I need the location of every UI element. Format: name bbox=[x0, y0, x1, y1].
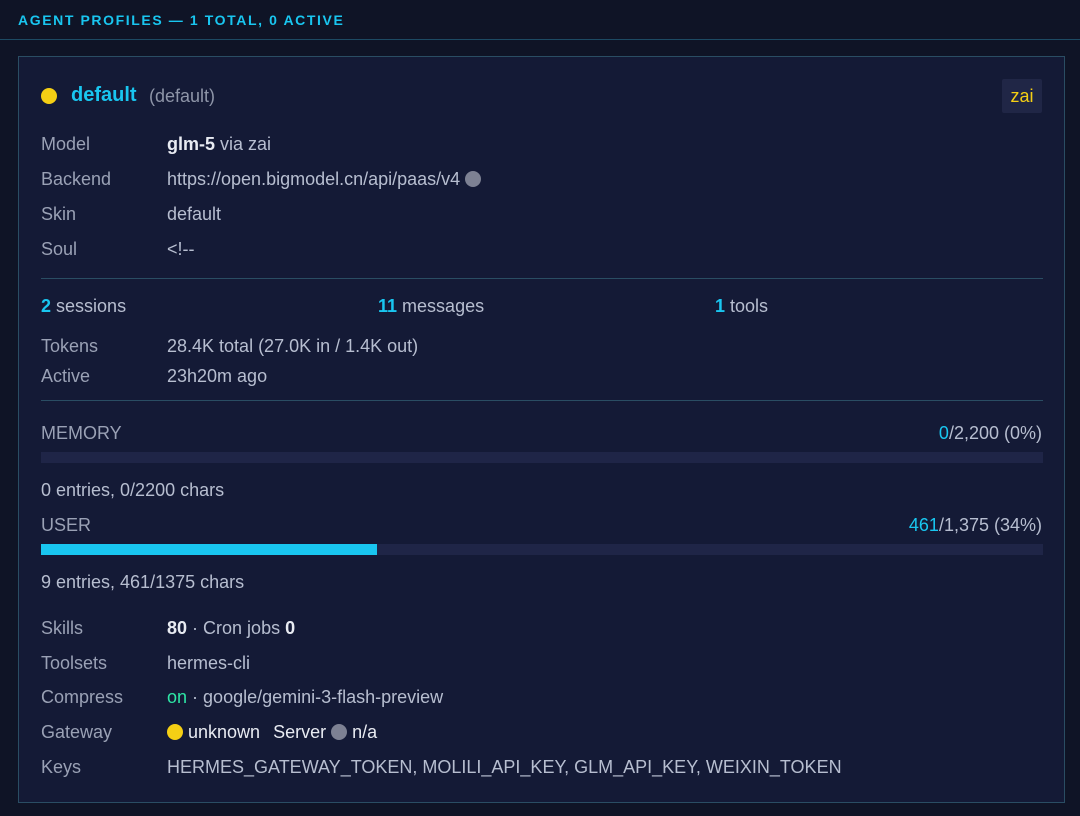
user-progress-fill bbox=[41, 544, 377, 555]
cron-label: · Cron jobs bbox=[192, 618, 281, 638]
section-header: AGENT PROFILES — 1 TOTAL, 0 ACTIVE bbox=[0, 0, 1080, 40]
soul-label: Soul bbox=[41, 239, 78, 259]
tools-label: tools bbox=[730, 296, 769, 316]
sessions-stat: 2 sessions bbox=[41, 296, 126, 317]
skills-value: 80 · Cron jobs 0 bbox=[167, 618, 295, 639]
sessions-count: 2 bbox=[41, 296, 52, 316]
skin-value: default bbox=[167, 204, 222, 224]
backend-url[interactable]: https://open.bigmodel.cn/api/paas/v4 bbox=[167, 169, 460, 189]
skills-count: 80 bbox=[167, 618, 188, 638]
user-total: /1,375 (34%) bbox=[938, 515, 1042, 535]
active-value: 23h20m ago bbox=[167, 366, 268, 386]
profile-name[interactable]: default bbox=[71, 84, 137, 107]
divider bbox=[41, 278, 1043, 279]
model-name: glm-5 bbox=[167, 134, 216, 154]
backend-value: https://open.bigmodel.cn/api/paas/v4 bbox=[167, 169, 482, 190]
server-status: n/a bbox=[352, 722, 378, 742]
toolsets-value: hermes-cli bbox=[167, 653, 251, 673]
model-via: via zai bbox=[220, 134, 272, 154]
soul-value: <!-- bbox=[167, 239, 195, 259]
memory-total: /2,200 (0%) bbox=[948, 423, 1042, 443]
divider bbox=[41, 400, 1043, 401]
compress-label: Compress bbox=[41, 687, 124, 707]
memory-title: MEMORY bbox=[41, 423, 122, 443]
profile-card[interactable]: default (default) zai Model glm-5 via za… bbox=[18, 56, 1065, 803]
tools-count: 1 bbox=[715, 296, 726, 316]
toolsets-label: Toolsets bbox=[41, 653, 108, 673]
backend-status-dot bbox=[465, 171, 482, 187]
memory-entries: 0 entries, 0/2200 chars bbox=[41, 480, 225, 500]
messages-label: messages bbox=[402, 296, 485, 316]
keys-value: HERMES_GATEWAY_TOKEN, MOLILI_API_KEY, GL… bbox=[167, 757, 842, 777]
profile-tag: (default) bbox=[149, 86, 216, 106]
sessions-label: sessions bbox=[56, 296, 127, 316]
backend-label: Backend bbox=[41, 169, 112, 189]
model-value: glm-5 via zai bbox=[167, 134, 271, 155]
memory-usage: 0/2,200 (0%) bbox=[939, 423, 1042, 444]
gateway-value: unknown Server n/a bbox=[167, 722, 377, 743]
status-dot bbox=[41, 88, 57, 104]
user-entries: 9 entries, 461/1375 chars bbox=[41, 572, 245, 592]
model-label: Model bbox=[41, 134, 91, 154]
memory-used: 0 bbox=[938, 423, 949, 443]
user-usage: 461/1,375 (34%) bbox=[909, 515, 1042, 536]
user-progress-bar bbox=[41, 544, 1043, 555]
messages-stat: 11 messages bbox=[378, 296, 484, 317]
compress-value: on · google/gemini-3-flash-preview bbox=[167, 687, 443, 708]
memory-progress-bar bbox=[41, 452, 1043, 463]
compress-model: · google/gemini-3-flash-preview bbox=[192, 687, 444, 707]
gateway-status-dot bbox=[167, 724, 183, 740]
tools-stat: 1 tools bbox=[715, 296, 768, 317]
active-label: Active bbox=[41, 366, 91, 386]
messages-count: 11 bbox=[378, 296, 398, 316]
compress-state: on bbox=[167, 687, 188, 707]
section-title: AGENT PROFILES — 1 TOTAL, 0 ACTIVE bbox=[18, 12, 345, 28]
provider-badge: zai bbox=[1002, 79, 1042, 113]
tokens-label: Tokens bbox=[41, 336, 99, 356]
server-status-dot bbox=[331, 724, 348, 740]
cron-count: 0 bbox=[285, 618, 296, 638]
user-title: USER bbox=[41, 515, 92, 535]
user-used: 461 bbox=[908, 515, 939, 535]
skin-label: Skin bbox=[41, 204, 77, 224]
tokens-value: 28.4K total (27.0K in / 1.4K out) bbox=[167, 336, 419, 356]
gateway-label: Gateway bbox=[41, 722, 113, 742]
gateway-status: unknown bbox=[188, 722, 261, 742]
skills-label: Skills bbox=[41, 618, 84, 638]
keys-label: Keys bbox=[41, 757, 82, 777]
server-label: Server bbox=[273, 722, 327, 742]
